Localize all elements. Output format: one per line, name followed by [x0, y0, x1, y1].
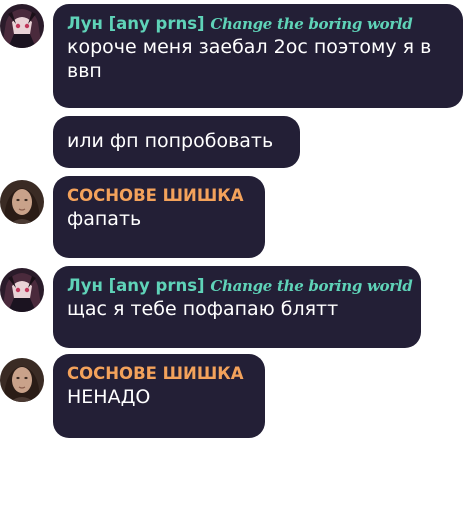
- message-bubble-2: или фп попробовать: [53, 116, 300, 168]
- message-text: или фп попробовать: [67, 130, 274, 152]
- message-text: НЕНАДО: [67, 386, 151, 408]
- message-text: короче меня заебал 2ос поэтому я в ввп: [67, 36, 432, 82]
- author-tag: Change the boring world: [210, 277, 413, 295]
- portrait-avatar-icon: [0, 358, 44, 402]
- author-row: СОСНОВЕ ШИШКА: [67, 363, 251, 385]
- author-row: СОСНОВЕ ШИШКА: [67, 185, 251, 207]
- author-name[interactable]: Лун [any prns]: [67, 14, 205, 33]
- author-row: Лун [any prns] Change the boring world: [67, 13, 449, 35]
- shishka-avatar[interactable]: [0, 358, 44, 402]
- message-bubble-1: Лун [any prns] Change the boring world к…: [53, 4, 463, 108]
- luna-avatar[interactable]: [0, 268, 44, 312]
- author-tag: Change the boring world: [210, 15, 413, 33]
- author-name[interactable]: СОСНОВЕ ШИШКА: [67, 186, 244, 205]
- anime-avatar-icon: [0, 268, 44, 312]
- anime-avatar-icon: [0, 4, 44, 48]
- shishka-avatar[interactable]: [0, 180, 44, 224]
- message-bubble-3: СОСНОВЕ ШИШКА фапать: [53, 176, 265, 258]
- message-text: щас я тебе пофапаю блятт: [67, 298, 339, 320]
- author-name[interactable]: СОСНОВЕ ШИШКА: [67, 364, 244, 383]
- portrait-avatar-icon: [0, 180, 44, 224]
- message-bubble-5: СОСНОВЕ ШИШКА НЕНАДО: [53, 354, 265, 438]
- message-bubble-4: Лун [any prns] Change the boring world щ…: [53, 266, 421, 348]
- luna-avatar[interactable]: [0, 4, 44, 48]
- message-text: фапать: [67, 208, 142, 230]
- author-name[interactable]: Лун [any prns]: [67, 276, 205, 295]
- author-row: Лун [any prns] Change the boring world: [67, 275, 413, 297]
